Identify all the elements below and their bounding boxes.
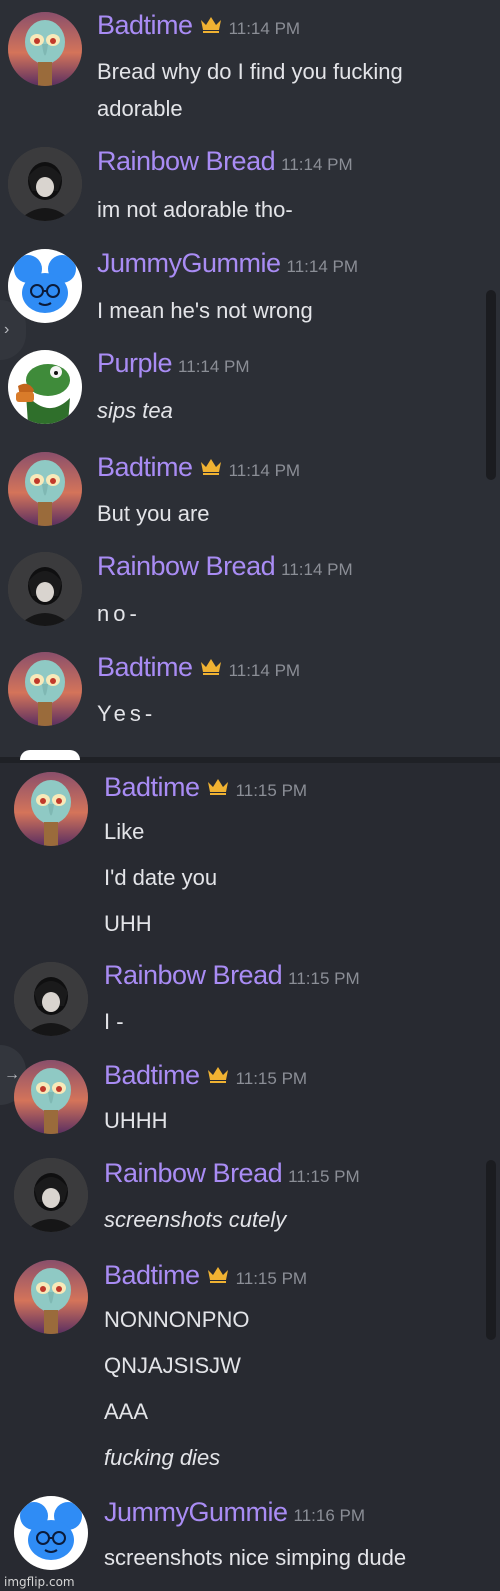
dark-hair-avatar[interactable]	[14, 962, 88, 1036]
username[interactable]: Badtime	[97, 10, 193, 40]
message-text: im not adorable tho-	[97, 197, 293, 222]
message-text: adorable	[97, 96, 183, 121]
timestamp: 11:14 PM	[286, 257, 359, 276]
username[interactable]: JummyGummie	[104, 1497, 288, 1527]
message-text: Like	[104, 819, 145, 844]
squidward-avatar[interactable]	[8, 452, 82, 526]
timestamp: 11:15 PM	[288, 1167, 360, 1186]
crown-icon	[199, 14, 223, 34]
message-text: QNJAJSISJW	[104, 1353, 241, 1378]
scrollbar[interactable]	[486, 290, 496, 480]
watermark: imgflip.com	[4, 1575, 75, 1589]
cutoff-avatar-edge	[20, 750, 80, 760]
message-text: I'd date you	[104, 865, 218, 890]
message-text: sips tea	[97, 398, 173, 423]
timestamp: 11:14 PM	[281, 560, 353, 579]
message-text: NONNONPNO	[104, 1307, 250, 1332]
dark-hair-avatar[interactable]	[8, 147, 82, 221]
username[interactable]: Badtime	[104, 1260, 200, 1290]
timestamp: 11:14 PM	[228, 461, 301, 480]
crown-icon	[199, 456, 223, 476]
squidward-avatar[interactable]	[14, 1060, 88, 1134]
username[interactable]: Badtime	[97, 452, 193, 482]
username[interactable]: Rainbow Bread	[97, 551, 276, 581]
message-text: AAA	[104, 1399, 149, 1424]
timestamp: 11:15 PM	[235, 781, 308, 800]
message-text: But you are	[97, 501, 210, 526]
timestamp: 11:15 PM	[235, 1069, 308, 1088]
crown-icon	[199, 656, 223, 676]
username[interactable]: Rainbow Bread	[97, 146, 276, 176]
message-text: UHHH	[104, 1108, 168, 1133]
username[interactable]: Purple	[97, 348, 173, 378]
username[interactable]: Badtime	[97, 652, 193, 682]
username[interactable]: Rainbow Bread	[104, 1158, 283, 1188]
dark-hair-avatar[interactable]	[8, 552, 82, 626]
message-text: I -	[104, 1009, 124, 1034]
squidward-avatar[interactable]	[8, 652, 82, 726]
timestamp: 11:14 PM	[178, 357, 250, 376]
kermit-tea-avatar[interactable]	[8, 350, 82, 424]
username[interactable]: Badtime	[104, 772, 200, 802]
timestamp: 11:14 PM	[281, 155, 353, 174]
squidward-avatar[interactable]	[14, 1260, 88, 1334]
message-text: screenshots nice simping dude	[104, 1545, 407, 1570]
squidward-avatar[interactable]	[14, 772, 88, 846]
crown-icon	[206, 1264, 230, 1284]
message-text: UHH	[104, 911, 152, 936]
message-text: I mean he's not wrong	[97, 298, 313, 323]
timestamp: 11:15 PM	[235, 1269, 308, 1288]
blue-mouse-avatar[interactable]	[8, 249, 82, 323]
timestamp: 11:16 PM	[293, 1506, 366, 1525]
message-text: no-	[97, 601, 141, 626]
message-text: screenshots cutely	[104, 1207, 287, 1232]
crown-icon	[206, 776, 230, 796]
message-text: Yes-	[97, 701, 157, 726]
squidward-avatar[interactable]	[8, 12, 82, 86]
username[interactable]: Badtime	[104, 1060, 200, 1090]
message-text: fucking dies	[104, 1445, 221, 1470]
timestamp: 11:14 PM	[228, 19, 301, 38]
username[interactable]: JummyGummie	[97, 248, 281, 278]
crown-icon	[206, 1064, 230, 1084]
message-text: Bread why do I find you fucking	[97, 59, 403, 84]
timestamp: 11:15 PM	[288, 969, 360, 988]
username[interactable]: Rainbow Bread	[104, 960, 283, 990]
dark-hair-avatar[interactable]	[14, 1158, 88, 1232]
scrollbar[interactable]	[486, 1160, 496, 1340]
timestamp: 11:14 PM	[228, 661, 301, 680]
blue-mouse-avatar[interactable]	[14, 1496, 88, 1570]
